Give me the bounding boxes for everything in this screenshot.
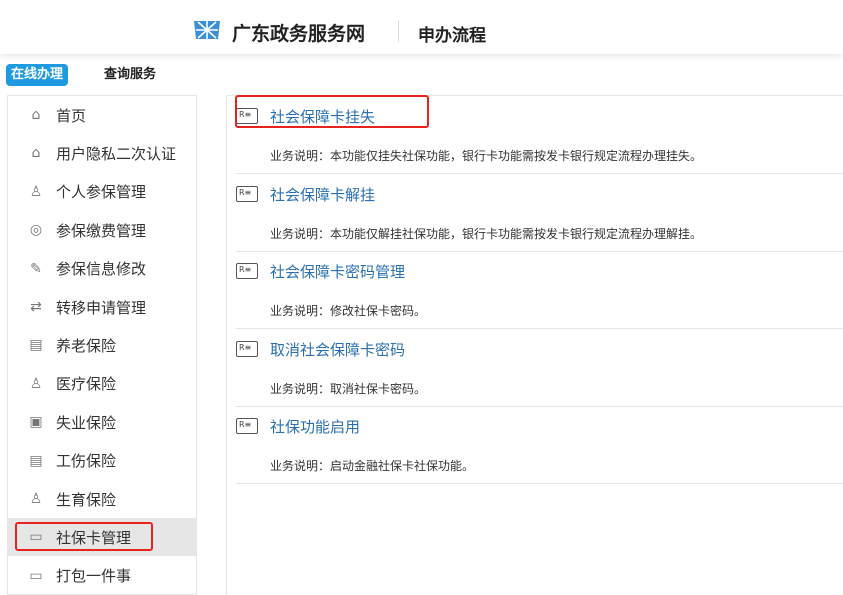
sidebar-item[interactable]: ⌂ 用户隐私二次认证 [8,134,196,172]
sidebar-item-label: 个人参保管理 [56,181,146,202]
service-item: R≡ 社保功能启用业务说明：启动金融社保卡社保功能。 [236,406,843,484]
sidebar-item[interactable]: ▤ 工伤保险 [8,442,196,480]
logo-icon [192,19,222,41]
sidebar-item-label: 工伤保险 [56,450,116,471]
card-icon: ▭ [25,526,47,548]
document-icon: ▤ [25,450,47,472]
sidebar-item-label: 生育保险 [56,489,116,510]
service-description: 业务说明：启动金融社保卡社保功能。 [270,457,474,474]
edit-icon: ✎ [25,258,47,280]
service-description: 业务说明：本功能仅解挂社保功能，银行卡功能需按发卡银行规定流程办理解挂。 [270,225,702,242]
home-icon: ⌂ [25,104,47,126]
sidebar-item-label: 社保卡管理 [56,527,131,548]
service-link[interactable]: 社会保障卡密码管理 [270,261,405,282]
sidebar-item-label: 医疗保险 [56,373,116,394]
service-list: R≡ 社会保障卡挂失业务说明：本功能仅挂失社保功能，银行卡功能需按发卡银行规定流程… [226,95,843,595]
sidebar-item[interactable]: ◎ 参保缴费管理 [8,211,196,249]
service-item: R≡ 取消社会保障卡密码业务说明：取消社保卡密码。 [236,329,843,407]
service-description: 业务说明：取消社保卡密码。 [270,380,426,397]
user-icon: ♙ [25,181,47,203]
home-icon: ⌂ [25,142,47,164]
sidebar-item[interactable]: ♙ 个人参保管理 [8,173,196,211]
service-item: R≡ 社会保障卡密码管理业务说明：修改社保卡密码。 [236,251,843,329]
site-name: 广东政务服务网 [232,19,365,46]
service-description: 业务说明：本功能仅挂失社保功能，银行卡功能需按发卡银行规定流程办理挂失。 [270,147,702,164]
service-link[interactable]: 社会保障卡挂失 [270,106,375,127]
sidebar-item[interactable]: ⌂ 首页 [8,96,196,134]
service-link[interactable]: 取消社会保障卡密码 [270,339,405,360]
sidebar-item-label: 首页 [56,105,86,126]
sidebar-item-label: 参保信息修改 [56,258,146,279]
id-card-icon: R≡ [236,108,258,124]
sidebar-item-label: 转移申请管理 [56,297,146,318]
id-card-icon: R≡ [236,186,258,202]
service-link[interactable]: 社保功能启用 [270,416,360,437]
sidebar-item[interactable]: ▭ 社保卡管理 [8,518,196,556]
sidebar: ⌂ 首页 ⌂ 用户隐私二次认证 ♙ 个人参保管理 ◎ 参保缴费管理 ✎ 参保信息修改 ⇄ 转移申请管理… [7,95,197,595]
tab-query[interactable]: 查询服务 [99,64,161,86]
transfer-icon: ⇄ [25,296,47,318]
briefcase-icon: ▣ [25,411,47,433]
sidebar-item-label: 养老保险 [56,335,116,356]
user-icon: ♙ [25,488,47,510]
sidebar-item-label: 失业保险 [56,412,116,433]
sidebar-item[interactable]: ♙ 生育保险 [8,480,196,518]
sidebar-item-label: 参保缴费管理 [56,220,146,241]
header: 广东政务服务网 申办流程 [0,0,843,54]
page-title: 申办流程 [418,21,486,46]
id-card-icon: R≡ [236,341,258,357]
sidebar-item[interactable]: ✎ 参保信息修改 [8,250,196,288]
sidebar-item[interactable]: ♙ 医疗保险 [8,365,196,403]
document-icon: ▤ [25,334,47,356]
sidebar-item-label: 打包一件事 [56,565,131,586]
service-description: 业务说明：修改社保卡密码。 [270,302,426,319]
user-icon: ♙ [25,373,47,395]
service-item: R≡ 社会保障卡解挂业务说明：本功能仅解挂社保功能，银行卡功能需按发卡银行规定流程… [236,174,843,252]
sidebar-item-label: 用户隐私二次认证 [56,143,176,164]
sidebar-item[interactable]: ▭ 打包一件事 [8,557,196,595]
card-icon: ▭ [25,565,47,587]
id-card-icon: R≡ [236,418,258,434]
id-card-icon: R≡ [236,263,258,279]
sidebar-item[interactable]: ▤ 养老保险 [8,326,196,364]
service-item: R≡ 社会保障卡挂失业务说明：本功能仅挂失社保功能，银行卡功能需按发卡银行规定流程… [236,96,843,174]
service-link[interactable]: 社会保障卡解挂 [270,184,375,205]
tab-online[interactable]: 在线办理 [6,64,68,86]
sidebar-item[interactable]: ⇄ 转移申请管理 [8,288,196,326]
sidebar-item[interactable]: ▣ 失业保险 [8,403,196,441]
payment-icon: ◎ [25,219,47,241]
divider [398,20,399,42]
